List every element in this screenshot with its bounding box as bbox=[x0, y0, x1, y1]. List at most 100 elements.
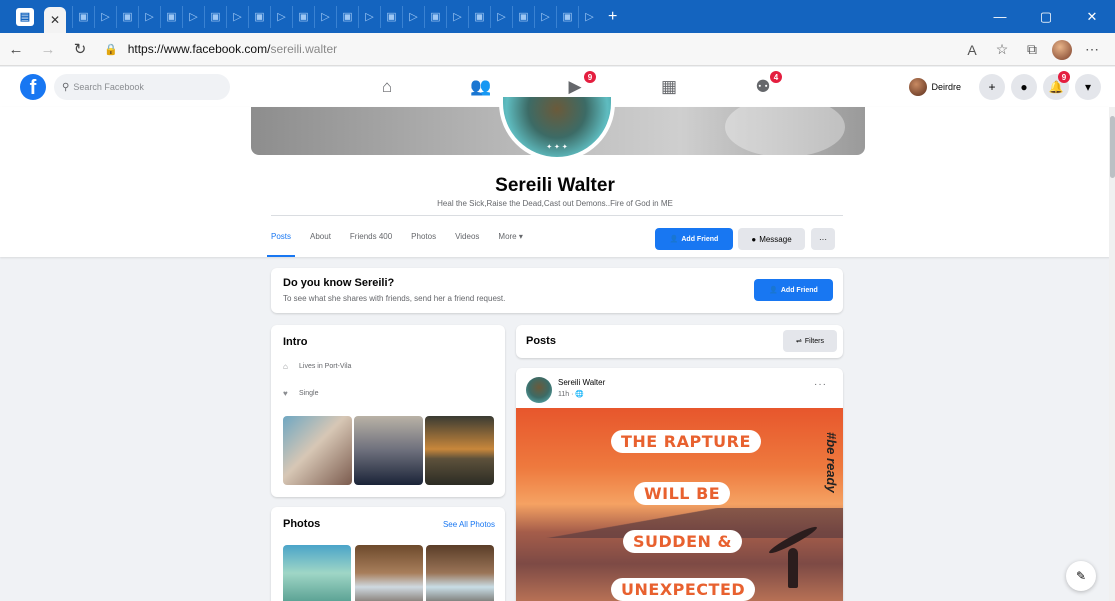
filters-button[interactable]: ⇌ Filters bbox=[783, 330, 837, 352]
tab-videos[interactable]: Videos bbox=[455, 223, 479, 257]
messenger-icon: ● bbox=[751, 234, 757, 244]
profile-actions: 👤 Add Friend ● Message ··· bbox=[655, 228, 835, 250]
browser-tab[interactable]: ▷ bbox=[534, 5, 556, 28]
browser-tab[interactable]: ▷ bbox=[446, 5, 468, 28]
page-scrollbar[interactable] bbox=[1109, 107, 1115, 601]
tab-photos[interactable]: Photos bbox=[411, 223, 436, 257]
message-button[interactable]: ● Message bbox=[738, 228, 805, 250]
tab-about[interactable]: About bbox=[310, 223, 331, 257]
see-all-photos-link[interactable]: See All Photos bbox=[443, 520, 495, 529]
tab-list: ▣ ▷ ▣ ▷ ▣ ▷ ▣ ▷ ▣ ▷ ▣ ▷ ▣ ▷ ▣ ▷ ▣ ▷ ▣ ▷ ▣ ▷ ▣ ▷ bbox=[72, 5, 600, 28]
browser-tab[interactable]: ▣ bbox=[512, 5, 534, 28]
browser-tab[interactable]: ▣ bbox=[468, 5, 490, 28]
browser-tab[interactable]: ▣ bbox=[72, 5, 94, 28]
photo-thumbnail[interactable] bbox=[426, 545, 494, 601]
maximize-button[interactable]: ▢ bbox=[1023, 0, 1069, 33]
browser-tab[interactable]: ▣ bbox=[336, 5, 358, 28]
address-bar-actions: A ☆ ⧉ ⋯ bbox=[957, 33, 1107, 66]
home-icon[interactable]: ⌂ bbox=[340, 67, 434, 107]
add-friend-button[interactable]: 👤 Add Friend bbox=[655, 228, 733, 250]
search-input[interactable]: ⚲ Search Facebook bbox=[54, 74, 230, 100]
account-menu-chevron-icon[interactable]: ▾ bbox=[1075, 74, 1101, 100]
post-author-avatar[interactable] bbox=[526, 377, 552, 403]
minimize-button[interactable]: — bbox=[977, 0, 1023, 33]
tab-friends[interactable]: Friends 400 bbox=[350, 223, 392, 257]
friend-suggestion-card: Do you know Sereili? To see what she sha… bbox=[271, 268, 843, 313]
profile-header: ✦ ✦ ✦ Sereili Walter Heal the Sick,Raise… bbox=[0, 97, 1110, 257]
browser-tab[interactable]: ▷ bbox=[270, 5, 292, 28]
browser-tab[interactable]: ▣ bbox=[424, 5, 446, 28]
intro-title: Intro bbox=[283, 336, 308, 348]
know-subtitle: To see what she shares with friends, sen… bbox=[283, 294, 506, 303]
browser-tab[interactable]: ▷ bbox=[182, 5, 204, 28]
tab-posts[interactable]: Posts bbox=[266, 223, 296, 257]
add-friend-icon: 👤 bbox=[669, 236, 679, 243]
url-path: sereili.walter bbox=[270, 42, 338, 56]
forward-arrow-icon[interactable]: → bbox=[32, 35, 64, 63]
featured-photo[interactable] bbox=[283, 416, 352, 485]
active-tab-close-icon[interactable]: ✕ bbox=[44, 7, 66, 33]
messenger-icon[interactable]: ● bbox=[1011, 74, 1037, 100]
refresh-icon[interactable]: ↻ bbox=[64, 35, 96, 63]
post-timestamp[interactable]: 11h · 🌐 bbox=[558, 390, 584, 398]
notifications-bell-icon[interactable]: 🔔 9 bbox=[1043, 71, 1070, 100]
browser-tab[interactable]: ▷ bbox=[226, 5, 248, 28]
browser-tab[interactable]: ▣ bbox=[556, 5, 578, 28]
create-plus-icon[interactable]: + bbox=[979, 74, 1005, 100]
know-title: Do you know Sereili? bbox=[283, 277, 395, 289]
divider bbox=[271, 215, 843, 216]
browser-tab[interactable]: ▣ bbox=[204, 5, 226, 28]
close-window-button[interactable]: ✕ bbox=[1069, 0, 1115, 33]
profile-avatar-icon[interactable] bbox=[1047, 36, 1077, 64]
image-text-line: WILL BE bbox=[634, 482, 731, 505]
groups-icon[interactable]: ⚉ 4 bbox=[716, 67, 810, 107]
posts-title: Posts bbox=[526, 335, 556, 347]
image-hashtag: #be ready bbox=[824, 432, 839, 493]
browser-tab[interactable]: ▷ bbox=[578, 5, 600, 28]
read-aloud-icon[interactable]: A bbox=[957, 36, 987, 64]
browser-tab[interactable]: ▷ bbox=[402, 5, 424, 28]
browser-tab-strip: ▤ ✕ ▣ ▷ ▣ ▷ ▣ ▷ ▣ ▷ ▣ ▷ ▣ ▷ ▣ ▷ ▣ ▷ ▣ ▷ ▣ ▷ ▣ ▷ ▣ ▷ + — ▢ ✕ bbox=[0, 0, 1115, 33]
scrollbar-thumb[interactable] bbox=[1110, 116, 1115, 178]
more-options-button[interactable]: ··· bbox=[811, 228, 835, 250]
browser-tab[interactable]: ▷ bbox=[358, 5, 380, 28]
back-arrow-icon[interactable]: ← bbox=[0, 35, 32, 63]
marketplace-icon[interactable]: ▦ bbox=[622, 67, 716, 107]
groups-badge: 4 bbox=[770, 71, 782, 83]
intro-card: Intro ⌂ Lives in Port-Vila ♥ Single bbox=[271, 325, 505, 497]
new-tab-icon[interactable]: + bbox=[608, 8, 617, 26]
browser-tab[interactable]: ▣ bbox=[160, 5, 182, 28]
browser-tab[interactable]: ▷ bbox=[94, 5, 116, 28]
browser-tab[interactable]: ▷ bbox=[314, 5, 336, 28]
browser-tab[interactable]: ▷ bbox=[138, 5, 160, 28]
search-icon: ⚲ bbox=[62, 81, 70, 93]
new-message-compose-icon[interactable]: ✎ bbox=[1066, 561, 1096, 591]
photo-thumbnail[interactable] bbox=[354, 545, 423, 601]
facebook-logo-icon[interactable]: f bbox=[20, 74, 46, 100]
browser-tab[interactable]: ▣ bbox=[292, 5, 314, 28]
browser-tab[interactable]: ▣ bbox=[380, 5, 402, 28]
post-author[interactable]: Sereili Walter bbox=[558, 378, 605, 387]
post-options-icon[interactable]: ··· bbox=[814, 379, 827, 390]
collections-icon[interactable]: ⧉ bbox=[1017, 36, 1047, 64]
search-placeholder: Search Facebook bbox=[73, 82, 144, 92]
tab-more[interactable]: More ▾ bbox=[498, 223, 522, 257]
add-friend-card-button[interactable]: 👤 Add Friend bbox=[754, 279, 833, 301]
favorite-star-icon[interactable]: ☆ bbox=[987, 36, 1017, 64]
browser-tab[interactable]: ▣ bbox=[116, 5, 138, 28]
post-image[interactable]: THE RAPTURE WILL BE SUDDEN & UNEXPECTED … bbox=[516, 408, 843, 601]
featured-photo[interactable] bbox=[425, 416, 494, 485]
photo-thumbnail[interactable] bbox=[283, 545, 351, 601]
tab-actions-icon[interactable]: ▤ bbox=[16, 7, 34, 26]
more-menu-icon[interactable]: ⋯ bbox=[1077, 36, 1107, 64]
posts-header-card: Posts ⇌ Filters bbox=[516, 325, 843, 358]
photos-title: Photos bbox=[283, 518, 321, 530]
browser-tab[interactable]: ▷ bbox=[490, 5, 512, 28]
photos-grid bbox=[283, 545, 494, 601]
window-controls: — ▢ ✕ bbox=[977, 0, 1115, 33]
url-field[interactable]: 🔒 https://www.facebook.com/sereili.walte… bbox=[104, 36, 864, 62]
relationship-line: ♥ Single bbox=[283, 389, 319, 398]
featured-photo[interactable] bbox=[354, 416, 423, 485]
profile-shortcut[interactable]: Deirdre bbox=[907, 74, 967, 100]
browser-tab[interactable]: ▣ bbox=[248, 5, 270, 28]
